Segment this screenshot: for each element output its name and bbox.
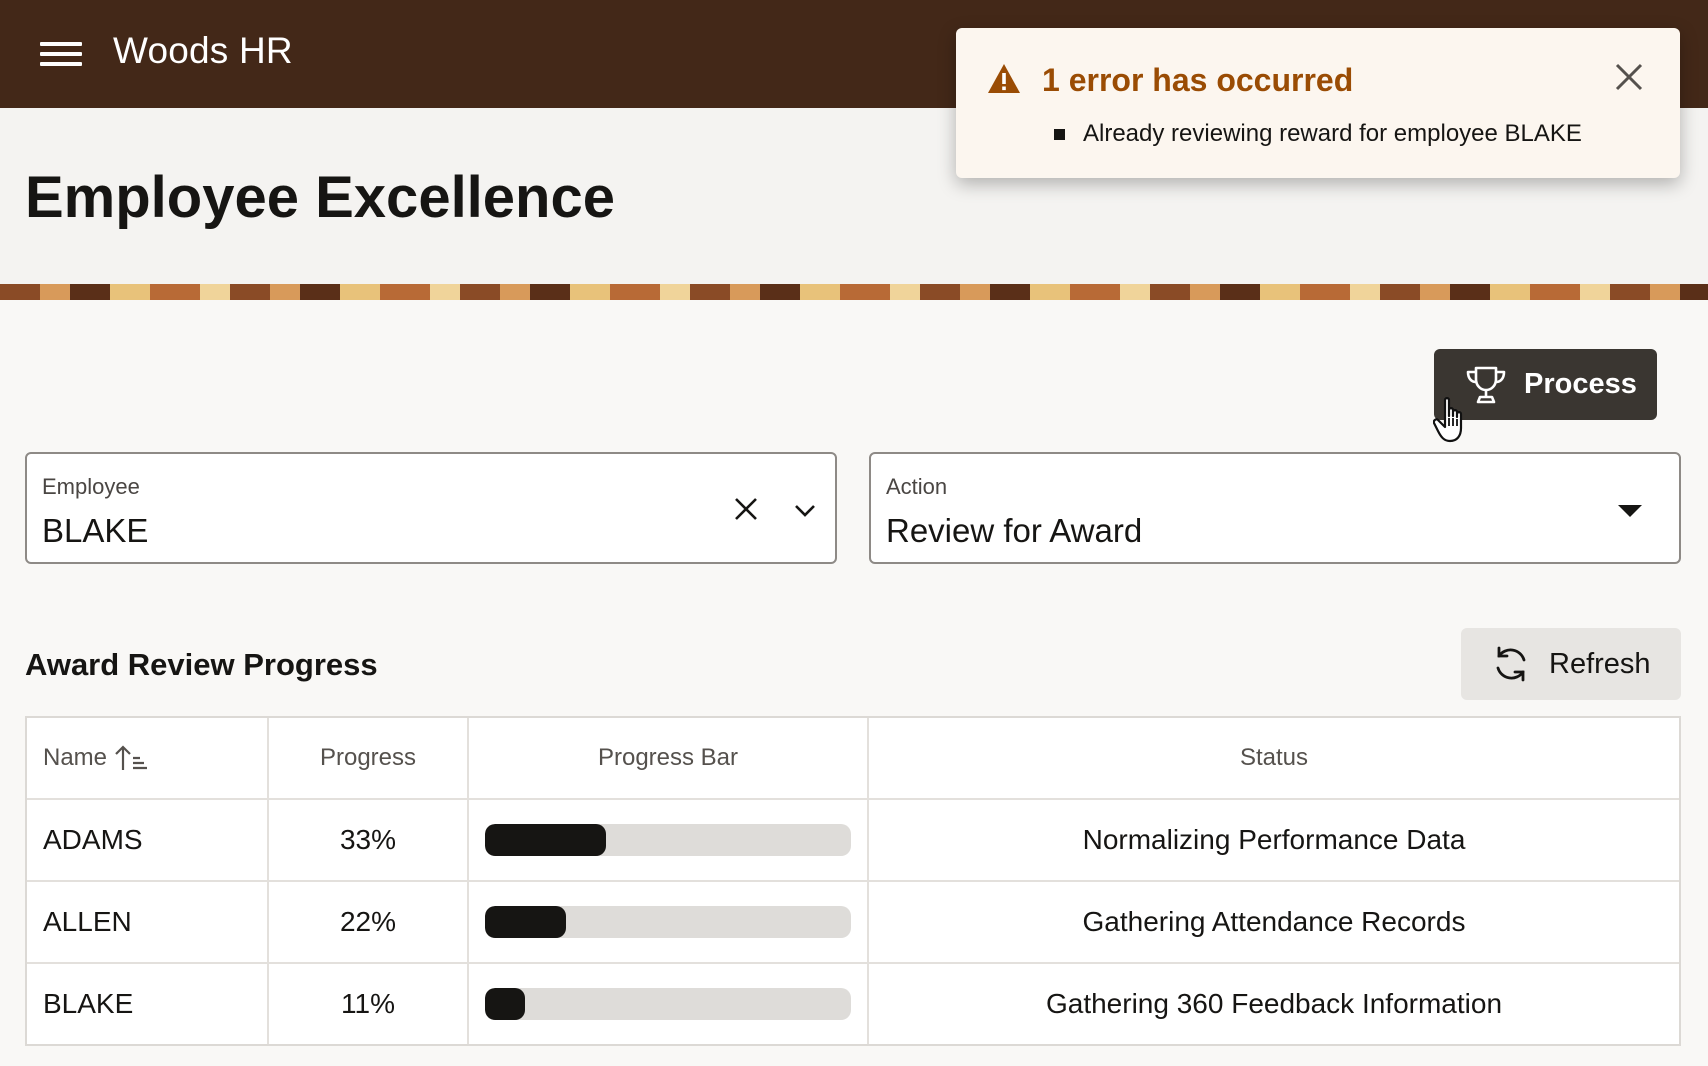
refresh-button[interactable]: Refresh (1461, 628, 1681, 700)
progress-bar-fill (485, 988, 526, 1020)
toast-message: Already reviewing reward for employee BL… (1083, 120, 1582, 147)
employee-combobox[interactable]: Employee BLAKE (25, 452, 837, 564)
employee-field-value[interactable]: BLAKE (42, 512, 148, 550)
table-row[interactable]: ALLEN 22% Gathering Attendance Records (27, 880, 1679, 962)
action-select[interactable]: Action Review for Award (869, 452, 1681, 564)
toast-message-list: Already reviewing reward for employee BL… (1054, 120, 1582, 148)
row-progress: 22% (267, 882, 467, 962)
progress-table: Name Progress Progress Bar Status ADAMS … (25, 716, 1681, 1046)
row-status: Normalizing Performance Data (867, 800, 1679, 880)
table-row[interactable]: ADAMS 33% Normalizing Performance Data (27, 798, 1679, 880)
page-title: Employee Excellence (25, 165, 615, 230)
sort-ascending-icon[interactable] (113, 744, 149, 772)
hamburger-menu-icon[interactable] (40, 42, 82, 66)
column-header-progress[interactable]: Progress (267, 718, 467, 798)
column-header-status[interactable]: Status (867, 718, 1679, 798)
progress-bar-fill (485, 824, 606, 856)
process-button-label: Process (1524, 368, 1637, 400)
table-row[interactable]: BLAKE 11% Gathering 360 Feedback Informa… (27, 962, 1679, 1044)
row-progress: 33% (267, 800, 467, 880)
progress-bar-track (485, 906, 851, 938)
progress-bar-fill (485, 906, 566, 938)
row-progress: 11% (267, 964, 467, 1044)
action-field-value[interactable]: Review for Award (886, 512, 1142, 550)
action-field-label: Action (886, 474, 948, 499)
app-title: Woods HR (113, 30, 293, 71)
error-toast: 1 error has occurred Already reviewing r… (956, 28, 1680, 178)
row-name: ALLEN (43, 906, 132, 937)
column-header-name[interactable]: Name (27, 718, 267, 798)
progress-bar-track (485, 824, 851, 856)
toast-title: 1 error has occurred (1042, 62, 1354, 98)
refresh-button-label: Refresh (1549, 647, 1651, 680)
list-bullet (1054, 128, 1065, 140)
progress-bar-track (485, 988, 851, 1020)
row-name: ADAMS (43, 824, 143, 855)
chevron-down-icon[interactable] (793, 498, 817, 522)
row-progress-bar (467, 800, 867, 880)
clear-icon[interactable] (733, 496, 759, 522)
warning-icon (988, 64, 1020, 93)
row-name: BLAKE (43, 988, 134, 1019)
column-header-progress-bar[interactable]: Progress Bar (467, 718, 867, 798)
pointer-cursor-icon (1433, 397, 1463, 443)
decorative-banner (0, 284, 1708, 300)
refresh-icon (1496, 646, 1526, 682)
caret-down-icon[interactable] (1615, 500, 1645, 520)
close-icon[interactable] (1614, 62, 1644, 92)
table-header-row: Name Progress Progress Bar Status (27, 718, 1679, 798)
row-progress-bar (467, 964, 867, 1044)
row-status: Gathering 360 Feedback Information (867, 964, 1679, 1044)
row-progress-bar (467, 882, 867, 962)
section-title: Award Review Progress (25, 647, 378, 682)
row-status: Gathering Attendance Records (867, 882, 1679, 962)
employee-field-label: Employee (42, 474, 140, 499)
